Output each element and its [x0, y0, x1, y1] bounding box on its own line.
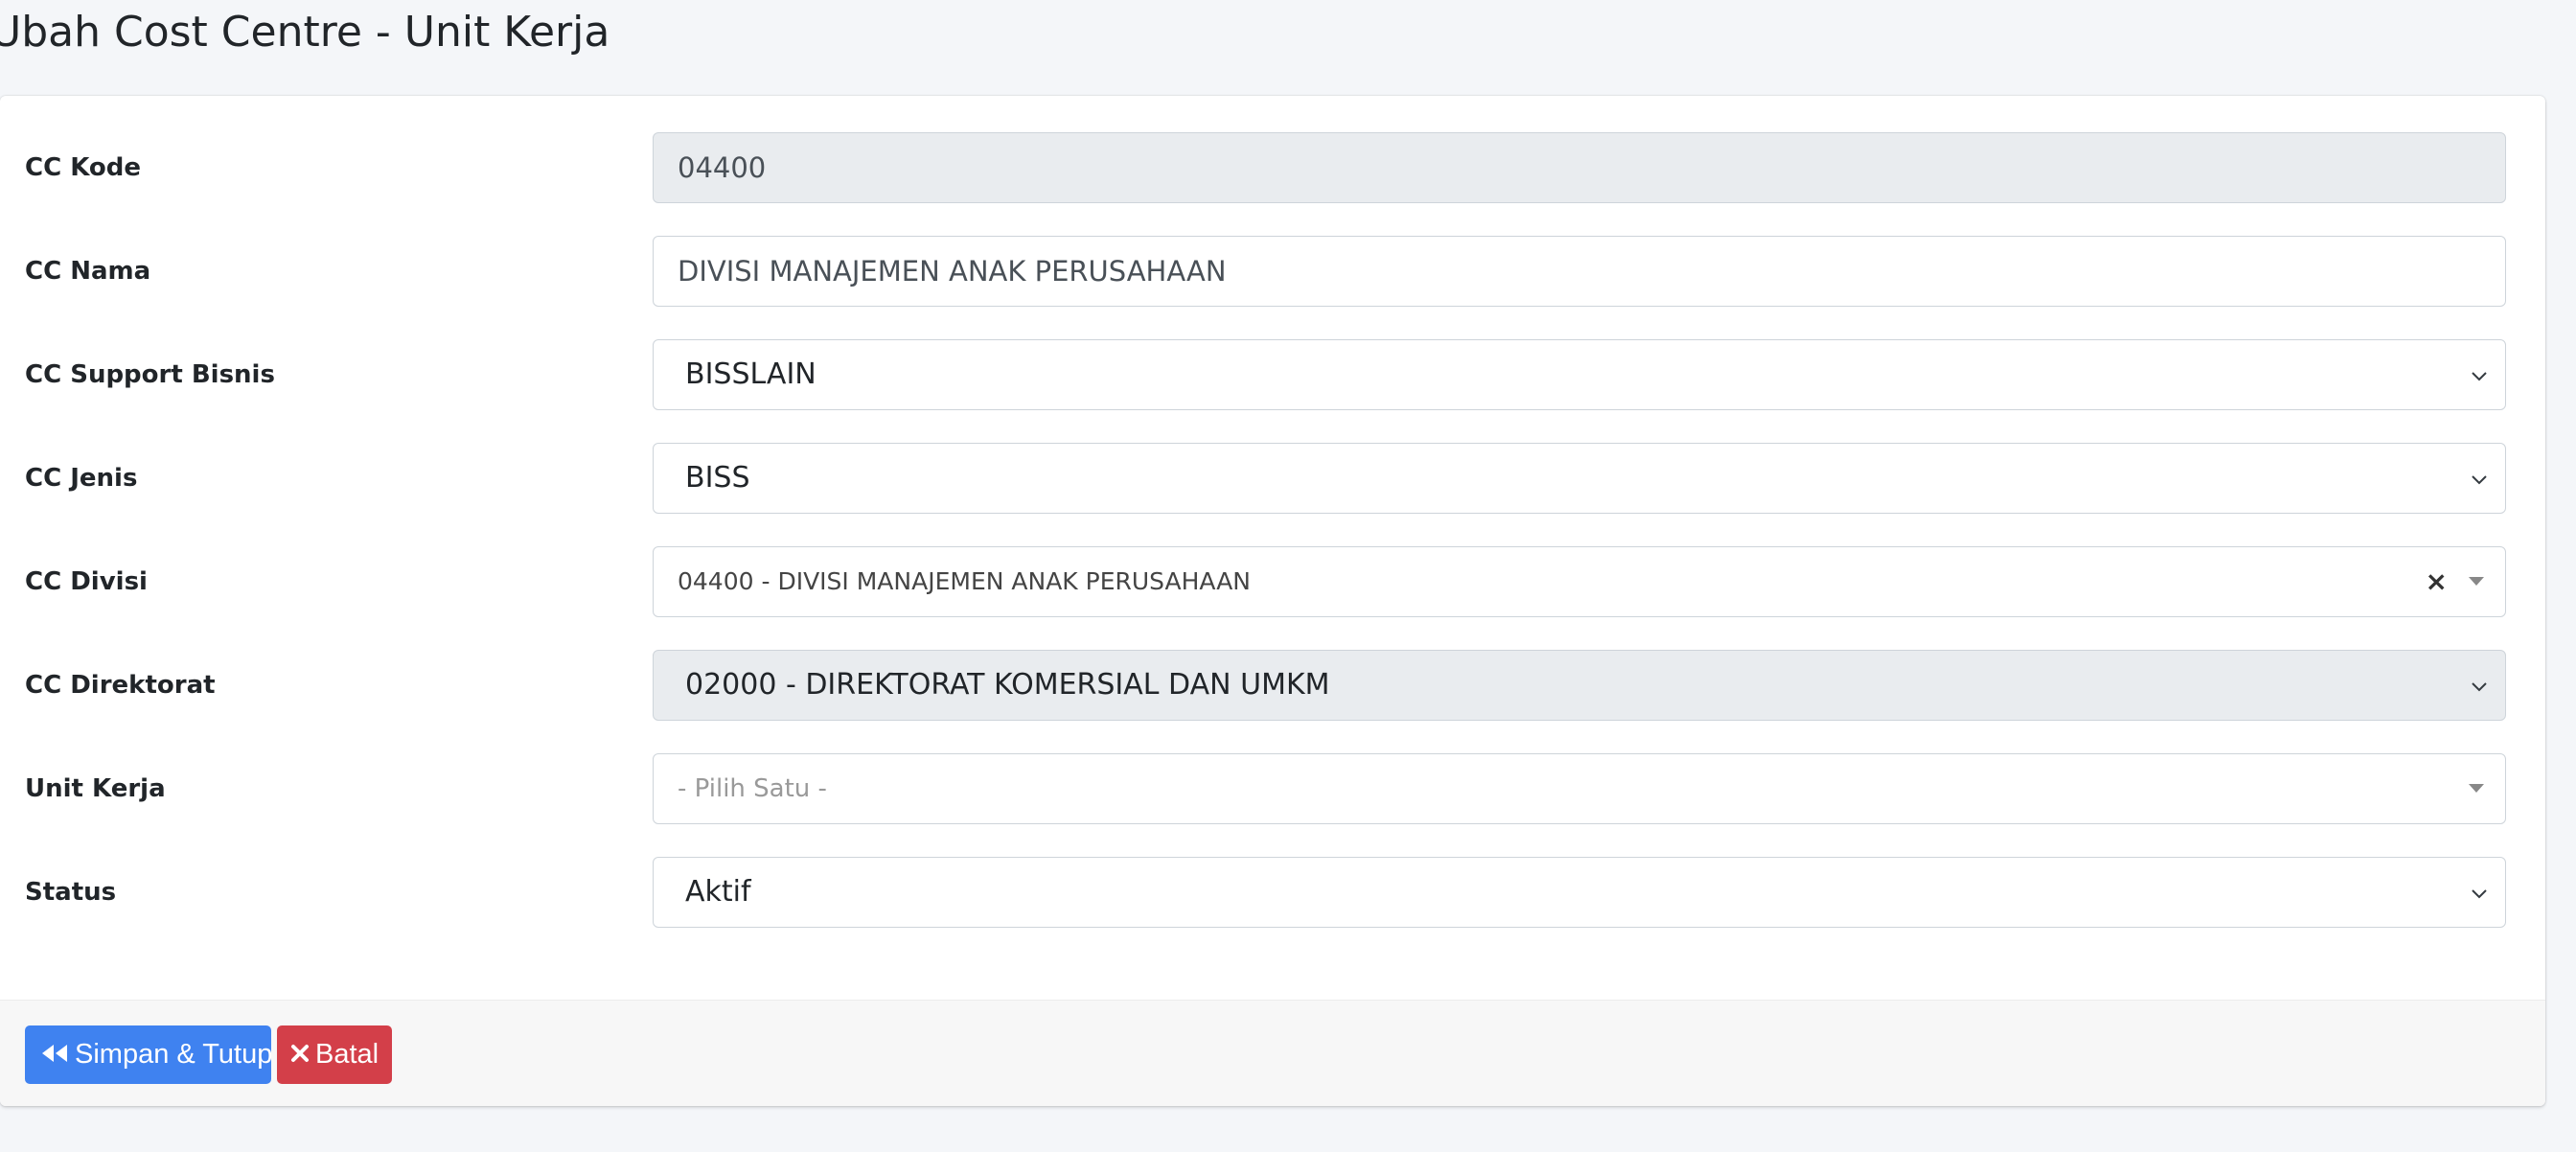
cc-support-bisnis-label: CC Support Bisnis [25, 360, 275, 389]
close-icon [291, 1045, 309, 1063]
form-row-cc-nama: CC Nama DIVISI MANAJEMEN ANAK PERUSAHAAN [0, 236, 2545, 309]
form-card: CC Kode 04400 CC Nama DIVISI MANAJEMEN A… [0, 96, 2545, 1106]
caret-down-icon [2469, 784, 2484, 793]
cancel-label: Batal [315, 1039, 380, 1070]
caret-down-icon [2469, 577, 2484, 586]
cc-kode-value: 04400 [678, 151, 767, 184]
cc-jenis-value: BISS [685, 461, 750, 495]
clear-selection-icon[interactable]: × [2426, 564, 2448, 599]
status-select[interactable]: Aktif [653, 857, 2506, 928]
cc-direktorat-label: CC Direktorat [25, 671, 216, 700]
cc-direktorat-value: 02000 - DIREKTORAT KOMERSIAL DAN UMKM [685, 668, 1330, 702]
form-row-cc-jenis: CC Jenis BISS [0, 443, 2545, 516]
save-close-button[interactable]: Simpan & Tutup [25, 1025, 273, 1084]
cc-direktorat-select: 02000 - DIREKTORAT KOMERSIAL DAN UMKM [653, 650, 2506, 721]
form-row-cc-kode: CC Kode 04400 [0, 132, 2545, 205]
chevron-down-icon [2472, 475, 2487, 485]
cancel-button[interactable]: Batal [277, 1025, 392, 1084]
chevron-down-icon [2472, 372, 2487, 381]
page-title: Ubah Cost Centre - Unit Kerja [0, 8, 610, 57]
form-row-cc-support-bisnis: CC Support Bisnis BISSLAIN [0, 339, 2545, 412]
form-row-cc-direktorat: CC Direktorat 02000 - DIREKTORAT KOMERSI… [0, 650, 2545, 723]
unit-kerja-label: Unit Kerja [25, 774, 166, 803]
cc-nama-input[interactable]: DIVISI MANAJEMEN ANAK PERUSAHAAN [653, 236, 2506, 307]
cc-divisi-value: 04400 - DIVISI MANAJEMEN ANAK PERUSAHAAN [678, 567, 1252, 595]
chevron-down-icon [2472, 682, 2487, 692]
unit-kerja-placeholder: - Pilih Satu - [678, 774, 827, 803]
backward-icon [42, 1045, 67, 1063]
card-footer: Simpan & Tutup Batal [0, 1000, 2545, 1106]
form-row-status: Status Aktif [0, 857, 2545, 930]
status-value: Aktif [685, 875, 751, 909]
form-row-cc-divisi: CC Divisi 04400 - DIVISI MANAJEMEN ANAK … [0, 546, 2545, 619]
cc-divisi-label: CC Divisi [25, 567, 148, 596]
cc-jenis-label: CC Jenis [25, 464, 138, 493]
cc-support-bisnis-select[interactable]: BISSLAIN [653, 339, 2506, 410]
cc-kode-field: 04400 [653, 132, 2506, 203]
unit-kerja-select[interactable]: - Pilih Satu - [653, 753, 2506, 824]
cc-nama-value: DIVISI MANAJEMEN ANAK PERUSAHAAN [678, 255, 1227, 288]
chevron-down-icon [2472, 889, 2487, 899]
status-label: Status [25, 878, 117, 907]
cc-nama-label: CC Nama [25, 257, 151, 286]
cc-kode-label: CC Kode [25, 153, 142, 182]
save-close-label: Simpan & Tutup [75, 1039, 273, 1070]
cc-support-bisnis-value: BISSLAIN [685, 357, 816, 391]
cc-divisi-select[interactable]: 04400 - DIVISI MANAJEMEN ANAK PERUSAHAAN… [653, 546, 2506, 617]
cc-jenis-select[interactable]: BISS [653, 443, 2506, 514]
form-row-unit-kerja: Unit Kerja - Pilih Satu - [0, 753, 2545, 826]
